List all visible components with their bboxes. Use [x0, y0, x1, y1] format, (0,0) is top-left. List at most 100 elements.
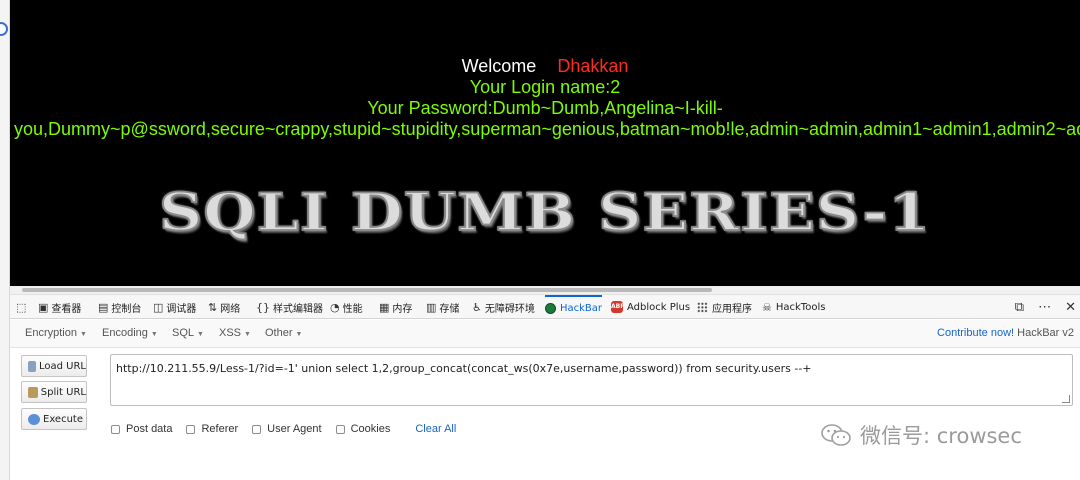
tab-label: 应用程序 [712, 303, 752, 315]
welcome-line: Welcome Dhakkan [10, 56, 1080, 77]
menu-label: SQL [172, 327, 195, 339]
tab-application[interactable]: 应用程序 [697, 295, 752, 319]
tab-label: 存储 [439, 303, 460, 315]
load-url-button[interactable]: Load URL [21, 355, 87, 377]
scrollbar-thumb[interactable] [22, 288, 712, 292]
tab-debugger[interactable]: ◫ 调试器 [153, 295, 196, 319]
tab-performance[interactable]: ◔ 性能 [330, 295, 363, 319]
execute-icon [28, 413, 40, 425]
hackbar-toolbar: Encryption ▼ Encoding ▼ SQL ▼ XSS ▼ Other ▼ C… [10, 320, 1080, 348]
clear-all-link[interactable]: Clear All [415, 423, 456, 435]
debugger-icon: ◫ [153, 300, 164, 314]
menu-label: Other [265, 327, 293, 339]
horizontal-scrollbar[interactable] [10, 286, 1080, 294]
watermark-text: 微信号: crowsec [860, 424, 1022, 448]
memory-icon: ▦ [379, 300, 390, 314]
tab-label: 调试器 [166, 303, 197, 315]
tab-label: 内存 [392, 303, 413, 315]
resize-handle[interactable] [1062, 395, 1070, 403]
tab-adblock-plus[interactable]: ABP Adblock Plus [611, 295, 690, 319]
menu-other[interactable]: Other ▼ [265, 327, 302, 339]
login-name-line: Your Login name:2 [469, 77, 621, 97]
browser-badge-icon [0, 22, 8, 36]
sqli-banner: SQLI DUMB SERIES-1 [158, 182, 931, 244]
tab-hackbar[interactable]: HackBar [545, 295, 603, 319]
dock-side-icon[interactable]: ⧉ [1015, 299, 1024, 315]
menu-encoding[interactable]: Encoding ▼ [102, 327, 158, 339]
tab-console[interactable]: ▤ 控制台 [98, 295, 141, 319]
chevron-down-icon: ▼ [79, 331, 87, 338]
chevron-down-icon: ▼ [150, 331, 158, 338]
tab-label: Adblock Plus [627, 301, 691, 313]
pick-element-icon: ⬚ [16, 300, 27, 314]
close-icon[interactable]: ✕ [1065, 299, 1076, 315]
split-url-icon [28, 386, 38, 398]
option-referer[interactable]: Referer [186, 423, 238, 435]
style-editor-icon: {} [256, 300, 270, 314]
url-textarea[interactable]: http://10.211.55.9/Less-1/?id=-1' union … [110, 354, 1073, 406]
hackbar-icon [545, 302, 556, 314]
tab-memory[interactable]: ▦ 内存 [379, 295, 412, 319]
tab-inspector[interactable]: ▣ 查看器 [38, 295, 81, 319]
tab-label: HackBar [560, 302, 603, 314]
contribute-link[interactable]: Contribute now! [937, 327, 1014, 339]
checkbox[interactable] [335, 424, 345, 434]
tab-style-editor[interactable]: {} 样式编辑器 [256, 295, 323, 319]
button-label: Execute [43, 413, 83, 425]
devtools-tab-bar: ⬚ ▣ 查看器 ▤ 控制台 ◫ 调试器 ⇅ 网络 {} 样式编辑器 ◔ 性能 ▦ 内存 ▥ 存储… [10, 294, 1080, 319]
split-url-button[interactable]: Split URL [21, 381, 87, 403]
option-label: Referer [201, 423, 239, 435]
tab-network[interactable]: ⇅ 网络 [208, 295, 240, 319]
web-page-content: Welcome Dhakkan Your Login name:2 Your P… [10, 0, 1080, 286]
storage-icon: ▥ [426, 300, 437, 314]
tab-hacktools[interactable]: ☠ HackTools [762, 295, 825, 319]
tab-label: 网络 [220, 303, 241, 315]
tab-label: 无障碍环境 [484, 303, 535, 315]
tab-label: 查看器 [51, 303, 82, 315]
url-value: http://10.211.55.9/Less-1/?id=-1' union … [116, 362, 812, 375]
chevron-down-icon: ▼ [244, 331, 251, 338]
menu-xss[interactable]: XSS ▼ [219, 327, 251, 339]
hackbar-version: HackBar v2 [1017, 327, 1074, 339]
menu-encryption[interactable]: Encryption ▼ [25, 327, 87, 339]
performance-icon: ◔ [330, 300, 340, 314]
chevron-down-icon: ▼ [295, 331, 303, 338]
option-post-data[interactable]: Post data [111, 423, 172, 435]
tab-label: 样式编辑器 [273, 303, 323, 315]
button-label: Split URL [40, 386, 86, 398]
option-label: User Agent [267, 423, 322, 435]
console-icon: ▤ [98, 300, 109, 314]
tab-label: 性能 [342, 303, 363, 315]
button-label: Load URL [38, 360, 86, 372]
option-cookies[interactable]: Cookies [335, 423, 391, 435]
adblock-icon: ABP [611, 301, 625, 313]
welcome-name: Dhakkan [557, 56, 629, 76]
tab-label: HackTools [775, 301, 826, 313]
password-continuation: you,Dummy~p@ssword,secure~crappy,stupid~… [14, 119, 1080, 139]
checkbox[interactable] [186, 424, 196, 434]
hacktools-icon: ☠ [762, 300, 772, 314]
menu-sql[interactable]: SQL ▼ [172, 327, 204, 339]
load-url-icon [28, 360, 36, 372]
tab-storage[interactable]: ▥ 存储 [426, 295, 459, 319]
pick-element-button[interactable]: ⬚ [16, 295, 29, 319]
option-label: Cookies [350, 423, 391, 435]
password-line: Your Password:Dumb~Dumb,Angelina~I-kill- [367, 98, 723, 118]
checkbox[interactable] [111, 424, 120, 434]
contribute-area: Contribute now! HackBar v2 [937, 327, 1074, 339]
more-options-icon[interactable]: ⋯ [1038, 299, 1051, 315]
inspector-icon: ▣ [38, 300, 49, 314]
background-window-strip [0, 0, 10, 480]
wechat-icon [821, 424, 851, 446]
menu-label: Encoding [102, 327, 148, 339]
request-options: Post data Referer User Agent Cookies Cle… [111, 421, 456, 437]
execute-button[interactable]: Execute [21, 408, 87, 430]
watermark: 微信号: crowsec [820, 420, 1022, 450]
option-user-agent[interactable]: User Agent [252, 423, 322, 435]
network-icon: ⇅ [208, 300, 218, 314]
menu-label: XSS [219, 327, 242, 339]
application-icon [697, 301, 708, 313]
checkbox[interactable] [252, 424, 262, 434]
tab-accessibility[interactable]: ♿ 无障碍环境 [472, 295, 535, 319]
chevron-down-icon: ▼ [197, 331, 204, 338]
